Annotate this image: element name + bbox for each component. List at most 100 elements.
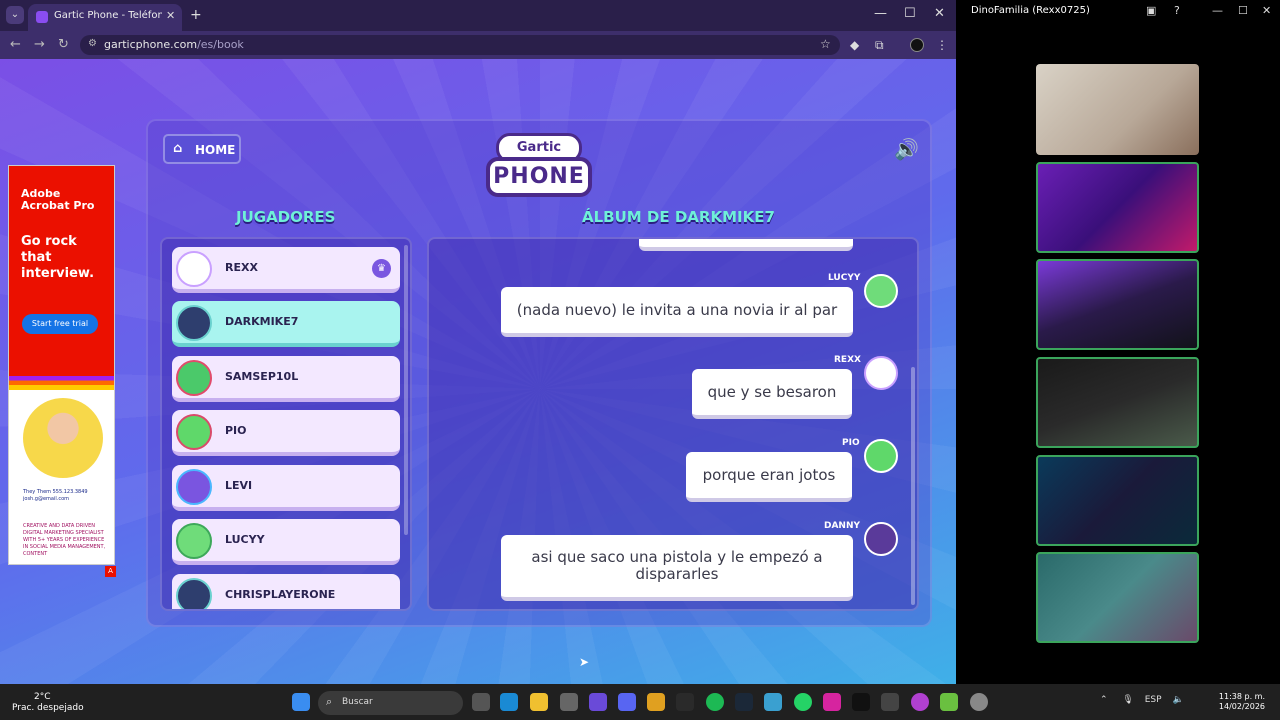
minimize-icon[interactable]: — <box>874 6 887 21</box>
weather-widget[interactable]: 2°C Prac. despejado <box>12 692 84 714</box>
ad-blurb: CREATIVE AND DATA DRIVEN DIGITAL MARKETI… <box>23 523 106 557</box>
obs-icon[interactable] <box>970 693 988 711</box>
album-heading: ÁLBUM DE DARKMIKE7 <box>582 208 775 226</box>
ghost-avatar-icon <box>176 469 212 505</box>
taskbar-search[interactable]: ⌕ Buscar <box>318 691 463 715</box>
mic-icon[interactable]: 🎙 <box>1122 695 1133 705</box>
message-bubble: (nada nuevo) le invita a una novia ir al… <box>501 287 853 337</box>
edge-icon[interactable] <box>500 693 518 711</box>
system-tray[interactable]: ⌃ 🎙 ESP 🔈 <box>1100 695 1184 705</box>
crown-icon: ♛ <box>372 259 391 278</box>
tab-bar: ⌄ Gartic Phone - Teléfono Descon ✕ + — ☐… <box>0 0 956 31</box>
message-author: PIO <box>842 438 860 448</box>
adobe-logo-icon: A <box>105 566 116 577</box>
player-card-chrisplayerone[interactable]: CHRISPLAYERONE <box>172 574 400 609</box>
address-bar: ← → ↻ ⚙ garticphone.com/es/book ☆ ◆ ⧉ ⋮ <box>0 31 956 59</box>
album-panel: LUCYY (nada nuevo) le invita a una novia… <box>427 237 919 611</box>
volume-icon[interactable]: 🔈 <box>1172 695 1183 705</box>
players-scrollbar[interactable] <box>404 245 408 535</box>
language-indicator[interactable]: ESP <box>1145 695 1162 705</box>
player-card-samsep10l[interactable]: SAMSEP10L <box>172 356 400 402</box>
chrome-icon[interactable] <box>647 693 665 711</box>
instagram-icon[interactable] <box>823 693 841 711</box>
new-tab-icon[interactable]: + <box>190 7 202 23</box>
message-author: DANNY <box>824 521 861 531</box>
close-window-icon[interactable]: ✕ <box>934 6 945 21</box>
whatsapp-icon[interactable] <box>794 693 812 711</box>
terminal-icon[interactable] <box>676 693 694 711</box>
player-card-pio[interactable]: PIO <box>172 410 400 456</box>
tiktok-icon[interactable] <box>852 693 870 711</box>
back-icon[interactable]: ← <box>10 37 21 52</box>
previous-bubble <box>639 239 853 251</box>
spotify-icon[interactable] <box>706 693 724 711</box>
forward-icon[interactable]: → <box>34 37 45 52</box>
ad-banner[interactable]: Adobe Acrobat Pro Go rock that interview… <box>8 165 116 577</box>
home-button[interactable]: ⌂ HOME <box>163 134 241 164</box>
video-tile[interactable] <box>1036 357 1199 448</box>
home-icon: ⌂ <box>173 141 183 156</box>
video-tile[interactable] <box>1036 259 1199 350</box>
ad-brand: Adobe Acrobat Pro <box>21 187 95 212</box>
video-tile[interactable] <box>1036 162 1199 253</box>
message-author: LUCYY <box>828 273 861 283</box>
discord-icon[interactable] <box>618 693 636 711</box>
message-bubble: que y se besaron <box>692 369 852 419</box>
video-tile[interactable] <box>1036 455 1199 546</box>
app-icon[interactable] <box>911 693 929 711</box>
url-field[interactable]: ⚙ garticphone.com/es/book ☆ <box>80 35 840 55</box>
player-card-lucyy[interactable]: LUCYY <box>172 519 400 565</box>
url-text: garticphone.com/es/book <box>104 38 244 51</box>
ad-contact: They Them 555.123.3849 josh.g@email.com <box>23 489 88 502</box>
alien-avatar-icon <box>176 523 212 559</box>
close-tab-icon[interactable]: ✕ <box>166 9 175 22</box>
game-page: Adobe Acrobat Pro Go rock that interview… <box>0 59 956 684</box>
steam-icon[interactable] <box>735 693 753 711</box>
app-icon[interactable] <box>589 693 607 711</box>
player-card-darkmike7[interactable]: DARKMIKE7 <box>172 301 400 347</box>
extension-icon[interactable]: ◆ <box>850 38 859 52</box>
maximize-icon[interactable]: ☐ <box>1238 4 1248 17</box>
profile-avatar[interactable] <box>910 38 924 52</box>
message-bubble: porque eran jotos <box>686 452 852 502</box>
album-scrollbar[interactable] <box>911 367 915 605</box>
app-icon[interactable] <box>881 693 899 711</box>
player-card-rexx[interactable]: REXX ♛ <box>172 247 400 293</box>
tab-title: Gartic Phone - Teléfono Descon <box>54 10 162 21</box>
unicorn-avatar-icon <box>176 251 212 287</box>
task-view-icon[interactable] <box>472 693 490 711</box>
reload-icon[interactable]: ↻ <box>58 37 69 52</box>
message-bubble: asi que saco una pistola y le empezó a d… <box>501 535 853 601</box>
file-explorer-icon[interactable] <box>530 693 548 711</box>
browser-tab[interactable]: Gartic Phone - Teléfono Descon ✕ <box>28 4 182 31</box>
tray-chevron-icon[interactable]: ⌃ <box>1100 695 1108 705</box>
popout-icon[interactable]: ▣ <box>1146 4 1156 17</box>
minimize-icon[interactable]: — <box>1212 4 1223 17</box>
alien-avatar-icon <box>864 274 898 308</box>
call-title: DinoFamilia (Rexx0725) <box>971 5 1090 16</box>
player-card-levi[interactable]: LEVI <box>172 465 400 511</box>
browser-window: ⌄ Gartic Phone - Teléfono Descon ✕ + — ☐… <box>0 0 956 684</box>
app-icon[interactable] <box>560 693 578 711</box>
video-tile[interactable] <box>1036 552 1199 643</box>
app-icon[interactable] <box>940 693 958 711</box>
ad-cta-button[interactable]: Start free trial <box>22 314 98 334</box>
maximize-icon[interactable]: ☐ <box>904 6 916 21</box>
sound-icon[interactable]: 🔊 <box>894 137 919 161</box>
extensions-puzzle-icon[interactable]: ⧉ <box>875 38 884 53</box>
start-windows-icon[interactable] <box>292 693 310 711</box>
app-icon[interactable] <box>764 693 782 711</box>
site-info-icon[interactable]: ⚙ <box>88 38 97 49</box>
video-tile[interactable] <box>1036 64 1199 155</box>
menu-dots-icon[interactable]: ⋮ <box>936 38 948 52</box>
close-icon[interactable]: ✕ <box>1262 4 1271 17</box>
mouse-cursor-icon: ➤ <box>579 655 590 669</box>
message-author: REXX <box>834 355 861 365</box>
alien-glasses-avatar-icon <box>864 439 898 473</box>
bookmark-star-icon[interactable]: ☆ <box>820 37 831 51</box>
clock[interactable]: 11:38 p. m. 14/02/2026 <box>1205 692 1265 712</box>
tab-search-icon[interactable]: ⌄ <box>6 6 24 24</box>
taskbar <box>0 684 1280 720</box>
unicorn-avatar-icon <box>864 356 898 390</box>
help-icon[interactable]: ? <box>1174 4 1180 17</box>
